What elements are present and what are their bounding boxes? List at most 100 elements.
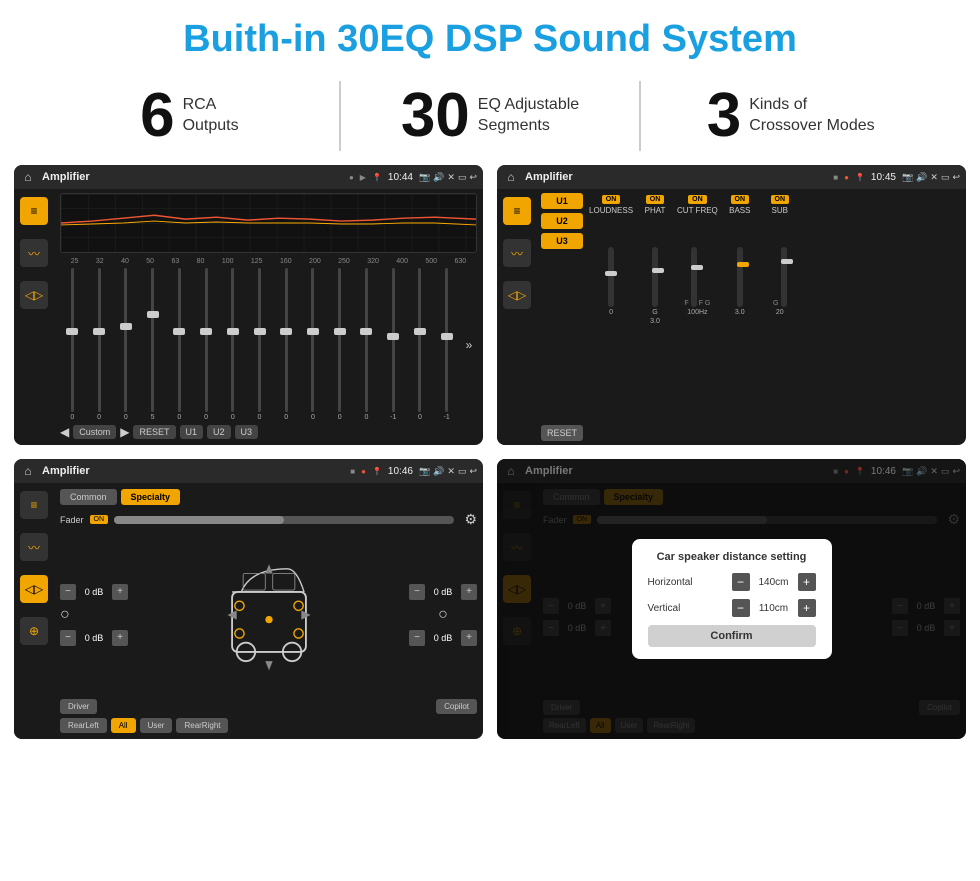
sp-main: Common Specialty Fader ON ⚙ − 0 dB xyxy=(54,483,483,739)
eq-slider-14[interactable]: 0 xyxy=(408,268,433,421)
amp-channels: ON LOUDNESS 0 ON PHAT xyxy=(587,193,962,441)
eq-slider-8[interactable]: 0 xyxy=(247,268,272,421)
eq-icon[interactable]: ≡ xyxy=(20,197,48,225)
u2-btn[interactable]: U2 xyxy=(207,425,231,439)
u3-btn[interactable]: U3 xyxy=(235,425,259,439)
vertical-row: Vertical − 110cm + xyxy=(648,599,816,617)
vol1-plus[interactable]: + xyxy=(112,584,128,600)
eq-slider-4[interactable]: 5 xyxy=(140,268,165,421)
vol4-plus[interactable]: + xyxy=(461,630,477,646)
eq-slider-13[interactable]: -1 xyxy=(381,268,406,421)
status-bar-2: ⌂ Amplifier ■ ● 📍 10:45 📷 🔊 ✕ ▭ ↩ xyxy=(497,165,966,189)
specialty-tab[interactable]: Specialty xyxy=(121,489,181,505)
common-tab[interactable]: Common xyxy=(60,489,117,505)
extra-icon-3[interactable]: ⊕ xyxy=(20,617,48,645)
screen3-title: Amplifier xyxy=(42,465,344,477)
custom-btn[interactable]: Custom xyxy=(73,425,116,439)
eq-slider-9[interactable]: 0 xyxy=(274,268,299,421)
channel-loudness: ON LOUDNESS 0 xyxy=(589,195,633,439)
copilot-btn[interactable]: Copilot xyxy=(436,699,477,714)
u2-preset-btn[interactable]: U2 xyxy=(541,213,583,229)
expand-icon[interactable]: » xyxy=(466,338,473,352)
vol4-minus[interactable]: − xyxy=(409,630,425,646)
home-icon-3[interactable]: ⌂ xyxy=(20,463,36,479)
horizontal-plus[interactable]: + xyxy=(798,573,816,591)
vol2-plus[interactable]: + xyxy=(112,630,128,646)
user-btn[interactable]: User xyxy=(140,718,173,733)
stat-crossover-text: Kinds ofCrossover Modes xyxy=(749,95,874,137)
reset-btn-2[interactable]: RESET xyxy=(541,425,583,441)
status-icons-3: 📷 🔊 ✕ ▭ ↩ xyxy=(419,466,477,477)
rect-icon-1: ▭ xyxy=(458,172,467,183)
vertical-plus[interactable]: + xyxy=(798,599,816,617)
rearright-btn[interactable]: RearRight xyxy=(176,718,228,733)
eq-slider-12[interactable]: 0 xyxy=(354,268,379,421)
dot-icon-3: ● xyxy=(361,467,366,476)
sp-fader-row: Fader ON ⚙ xyxy=(60,511,477,528)
eq-slider-7[interactable]: 0 xyxy=(220,268,245,421)
speaker-icon-3[interactable]: ◁▷ xyxy=(20,575,48,603)
fader-bar[interactable] xyxy=(114,516,454,524)
eq-bottom-bar: ◀ Custom ▶ RESET U1 U2 U3 xyxy=(60,423,477,441)
dialog-overlay: Car speaker distance setting Horizontal … xyxy=(497,459,966,739)
reset-btn-1[interactable]: RESET xyxy=(133,425,175,439)
channel-phat: ON PHAT G 3.0 xyxy=(637,195,673,439)
confirm-button[interactable]: Confirm xyxy=(648,625,816,647)
u1-preset-btn[interactable]: U1 xyxy=(541,193,583,209)
val-sub: 20 xyxy=(776,309,784,316)
eq-slider-2[interactable]: 0 xyxy=(87,268,112,421)
stat-divider-2 xyxy=(639,81,641,151)
horizontal-stepper: − 140cm + xyxy=(732,573,816,591)
sp-right-controls: − 0 dB + ○ − 0 dB + xyxy=(409,584,477,646)
eq-slider-11[interactable]: 0 xyxy=(327,268,352,421)
eq-slider-10[interactable]: 0 xyxy=(301,268,326,421)
eq-slider-5[interactable]: 0 xyxy=(167,268,192,421)
rearleft-btn[interactable]: RearLeft xyxy=(60,718,107,733)
home-icon-2[interactable]: ⌂ xyxy=(503,169,519,185)
next-btn[interactable]: ▶ xyxy=(120,425,129,439)
eq-icon-3[interactable]: ≡ xyxy=(20,491,48,519)
stat-crossover-number: 3 xyxy=(707,85,741,147)
settings-icon[interactable]: ⚙ xyxy=(464,511,477,528)
vol2-minus[interactable]: − xyxy=(60,630,76,646)
prev-btn[interactable]: ◀ xyxy=(60,425,69,439)
all-btn[interactable]: All xyxy=(111,718,136,733)
u1-btn[interactable]: U1 xyxy=(180,425,204,439)
channel-bass: ON BASS 3.0 xyxy=(722,195,758,439)
status-bar-1: ⌂ Amplifier ● ▶ 📍 10:44 📷 🔊 ✕ ▭ ↩ xyxy=(14,165,483,189)
vol1-minus[interactable]: − xyxy=(60,584,76,600)
stat-eq-text: EQ AdjustableSegments xyxy=(478,95,579,137)
freq-125: 125 xyxy=(251,258,263,265)
dialog-title: Car speaker distance setting xyxy=(648,551,816,563)
eq-icon-2[interactable]: ≡ xyxy=(503,197,531,225)
driver-btn[interactable]: Driver xyxy=(60,699,97,714)
cam-icon-1: 📷 xyxy=(419,172,430,183)
stat-eq-number: 30 xyxy=(401,85,470,147)
freq-40: 40 xyxy=(121,258,129,265)
rect-icon-3: ▭ xyxy=(458,466,467,477)
horizontal-minus[interactable]: − xyxy=(732,573,750,591)
vol-icon-1: 🔊 xyxy=(433,172,444,183)
wave-icon-2[interactable]: 〰 xyxy=(503,239,531,267)
stat-divider-1 xyxy=(339,81,341,151)
speaker-icon-2[interactable]: ◁▷ xyxy=(503,281,531,309)
eq-slider-6[interactable]: 0 xyxy=(194,268,219,421)
freq-500: 500 xyxy=(425,258,437,265)
vertical-minus[interactable]: − xyxy=(732,599,750,617)
vol3-minus[interactable]: − xyxy=(409,584,425,600)
u3-preset-btn[interactable]: U3 xyxy=(541,233,583,249)
stat-rca-text: RCAOutputs xyxy=(183,95,239,137)
vol3-plus[interactable]: + xyxy=(461,584,477,600)
eq-slider-15[interactable]: -1 xyxy=(434,268,459,421)
sp-tabs: Common Specialty xyxy=(60,489,477,505)
val-cutfreq: 100Hz xyxy=(687,309,707,316)
eq-slider-3[interactable]: 0 xyxy=(113,268,138,421)
speaker-icon-1[interactable]: ◁▷ xyxy=(20,281,48,309)
amp-controls-row: U1 U2 U3 RESET ON LOUDNESS xyxy=(541,193,962,441)
freq-320: 320 xyxy=(367,258,379,265)
eq-slider-1[interactable]: 0 xyxy=(60,268,85,421)
car-svg xyxy=(219,555,319,675)
home-icon-1[interactable]: ⌂ xyxy=(20,169,36,185)
wave-icon-3[interactable]: 〰 xyxy=(20,533,48,561)
wave-icon-1[interactable]: 〰 xyxy=(20,239,48,267)
